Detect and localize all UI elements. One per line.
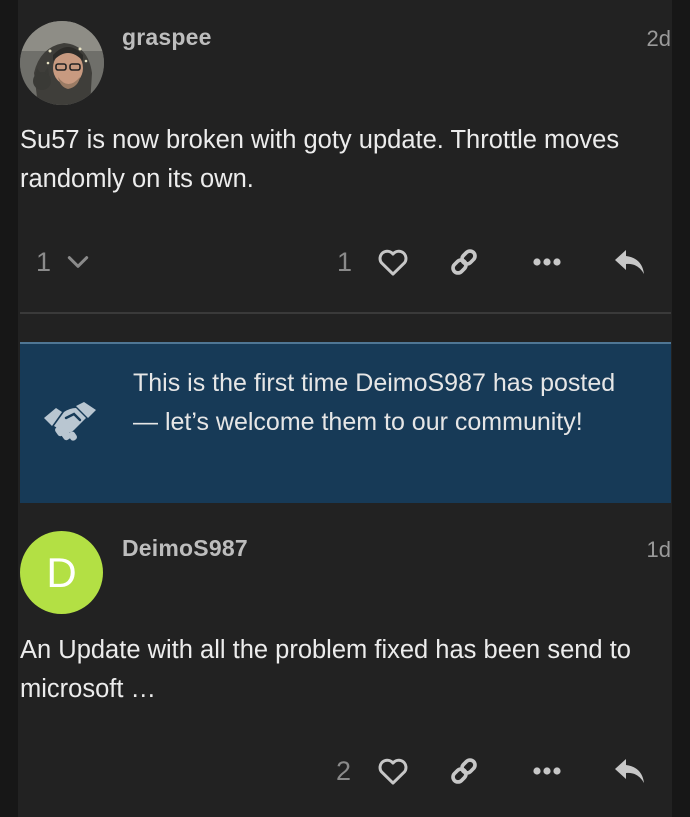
post-username[interactable]: graspee — [122, 24, 212, 51]
reply-button[interactable] — [606, 746, 654, 796]
avatar-letter: D — [46, 548, 77, 596]
copy-link-button[interactable] — [440, 746, 488, 796]
likes-count[interactable]: 2 — [336, 746, 351, 796]
chevron-down-icon — [67, 256, 89, 268]
copy-link-button[interactable] — [440, 237, 488, 287]
link-icon — [451, 758, 477, 784]
reply-icon — [615, 759, 644, 783]
like-button[interactable] — [369, 746, 417, 796]
more-dots-icon — [533, 258, 561, 266]
link-icon — [451, 249, 477, 275]
avatar[interactable] — [20, 21, 104, 105]
show-replies-button[interactable]: 1 — [36, 237, 91, 287]
likes-count[interactable]: 1 — [337, 237, 352, 287]
post-graspee: graspee 2d Su57 is now broken with goty … — [0, 0, 690, 312]
avatar[interactable]: D — [20, 531, 103, 614]
post-body: An Update with all the problem fixed has… — [20, 636, 631, 703]
welcome-notice-text: This is the first time DeimoS987 has pos… — [133, 369, 616, 436]
post-username[interactable]: DeimoS987 — [122, 535, 248, 562]
more-actions-button[interactable] — [523, 746, 571, 796]
post-date[interactable]: 1d — [647, 537, 671, 563]
post-actions: 1 1 — [0, 237, 690, 287]
post-deimos987: D DeimoS987 1d An Update with all the pr… — [0, 503, 690, 817]
handshake-icon — [44, 402, 96, 441]
user-photo — [20, 21, 104, 105]
post-body: Su57 is now broken with goty update. Thr… — [20, 126, 620, 193]
more-dots-icon — [533, 767, 561, 775]
reply-icon — [615, 250, 644, 274]
more-actions-button[interactable] — [523, 237, 571, 287]
first-post-welcome-notice: This is the first time DeimoS987 has pos… — [20, 342, 671, 503]
post-divider — [20, 312, 671, 314]
reply-button[interactable] — [606, 237, 654, 287]
replies-count: 1 — [36, 246, 52, 277]
post-actions: 2 — [0, 746, 690, 796]
heart-icon — [378, 758, 408, 785]
like-button[interactable] — [369, 237, 417, 287]
post-date[interactable]: 2d — [647, 26, 671, 52]
heart-icon — [378, 249, 408, 276]
